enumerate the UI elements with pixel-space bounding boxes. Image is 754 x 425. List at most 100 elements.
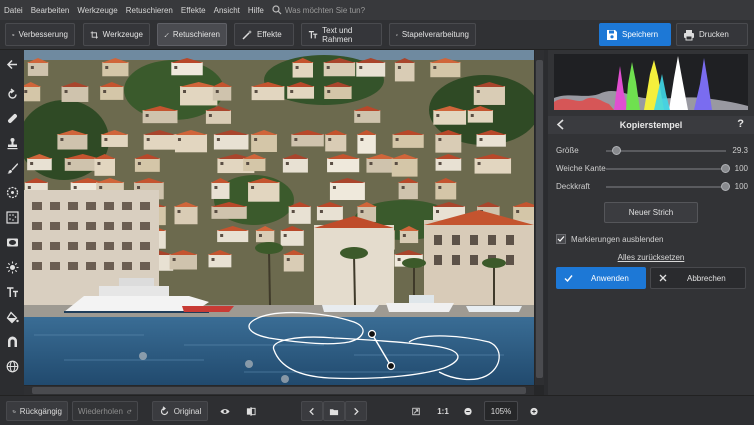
- photo-harbor-town[interactable]: [24, 50, 534, 385]
- horizontal-scrollbar[interactable]: [24, 386, 534, 395]
- reset-all-link[interactable]: Alles zurücksetzen: [548, 253, 754, 262]
- search-placeholder: Was möchten Sie tun?: [284, 5, 366, 15]
- zoom-in-button[interactable]: [524, 401, 544, 421]
- slider-size-value: 29.3: [732, 146, 748, 155]
- horizontal-scroll-thumb[interactable]: [32, 387, 526, 394]
- clone-stamp-tool[interactable]: [4, 135, 20, 151]
- paint-bucket-icon: [6, 310, 19, 323]
- next-image-button[interactable]: [345, 401, 367, 421]
- slider-opacity[interactable]: Deckkraft 100: [556, 180, 748, 194]
- menu-datei[interactable]: Datei: [0, 6, 27, 15]
- vertical-scrollbar[interactable]: [535, 50, 544, 385]
- slider-opacity-knob[interactable]: [721, 182, 730, 191]
- redo-button[interactable]: Wiederholen: [72, 401, 138, 421]
- slider-soft-edge-track[interactable]: [606, 168, 726, 170]
- rotate-icon: [7, 87, 17, 99]
- menu-ansicht[interactable]: Ansicht: [210, 6, 244, 15]
- compare-button[interactable]: [240, 401, 262, 421]
- bottom-bar: Rückgängig Wiederholen Original 1:1 105%: [0, 395, 754, 425]
- preview-eye-button[interactable]: [214, 401, 236, 421]
- help-icon[interactable]: ?: [737, 118, 744, 130]
- tab-text-rahmen[interactable]: Text und Rahmen: [301, 23, 382, 46]
- menu-bar: Datei Bearbeiten Werkzeuge Retuschieren …: [0, 0, 754, 20]
- brush-tool[interactable]: [4, 160, 20, 176]
- hide-markings-row[interactable]: Markierungen ausblenden: [556, 234, 664, 244]
- liquify-tool[interactable]: [4, 333, 20, 349]
- crop-icon: [90, 30, 98, 39]
- slider-size[interactable]: Größe 29.3: [556, 144, 748, 158]
- zoom-out-button[interactable]: [458, 401, 478, 421]
- left-tool-strip: [0, 50, 24, 395]
- open-folder-button[interactable]: [323, 401, 345, 421]
- undo-button[interactable]: Rückgängig: [6, 401, 68, 421]
- grain-tool[interactable]: [4, 209, 20, 225]
- tab-stapelverarbeitung-label: Stapelverarbeitung: [401, 30, 469, 39]
- menu-hilfe[interactable]: Hilfe: [244, 6, 268, 15]
- zoom-level-field[interactable]: 105%: [484, 401, 518, 421]
- sliders-icon: [12, 33, 15, 36]
- actual-size-button[interactable]: 1:1: [432, 401, 454, 421]
- previous-image-button[interactable]: [301, 401, 323, 421]
- menu-effekte[interactable]: Effekte: [177, 6, 210, 15]
- back-arrow-tool[interactable]: [4, 56, 20, 72]
- slider-size-label: Größe: [556, 146, 579, 155]
- tab-werkzeuge[interactable]: Werkzeuge: [83, 23, 150, 46]
- slider-opacity-track[interactable]: [606, 186, 726, 188]
- rotate-back-icon: [160, 405, 168, 415]
- close-icon: [659, 274, 667, 282]
- tab-werkzeuge-label: Werkzeuge: [102, 30, 143, 39]
- search-box[interactable]: Was möchten Sie tun?: [272, 5, 365, 15]
- slider-opacity-value: 100: [734, 182, 748, 191]
- histogram-graph: [554, 56, 748, 110]
- light-tool[interactable]: [4, 259, 20, 275]
- new-stroke-button[interactable]: Neuer Strich: [604, 202, 698, 223]
- tab-effekte[interactable]: Effekte: [234, 23, 294, 46]
- stamp-icon: [7, 137, 17, 149]
- menu-bearbeiten[interactable]: Bearbeiten: [27, 6, 74, 15]
- menu-werkzeuge[interactable]: Werkzeuge: [73, 6, 121, 15]
- save-button-label: Speichern: [622, 30, 659, 39]
- hide-markings-checkbox[interactable]: [556, 234, 566, 244]
- batch-images-icon: [396, 33, 398, 36]
- paintbrush-icon: [7, 162, 18, 174]
- rotate-tool[interactable]: [4, 86, 20, 102]
- canvas-area[interactable]: [24, 50, 544, 395]
- vignette-tool[interactable]: [4, 234, 20, 250]
- tab-stapelverarbeitung[interactable]: Stapelverarbeitung: [389, 23, 476, 46]
- save-button[interactable]: Speichern: [599, 23, 671, 46]
- minus-circle-icon: [464, 407, 472, 415]
- print-button[interactable]: Drucken: [676, 23, 748, 46]
- tab-retuschieren[interactable]: Retuschieren: [157, 23, 227, 46]
- grid-noise-icon: [5, 210, 19, 224]
- cancel-button[interactable]: Abbrechen: [650, 267, 746, 289]
- checkmark-icon: [557, 236, 565, 242]
- apply-button[interactable]: Anwenden: [556, 267, 646, 289]
- floppy-disk-icon: [607, 29, 617, 40]
- slider-size-knob[interactable]: [612, 146, 621, 155]
- search-icon: [272, 5, 282, 15]
- globe-icon: [6, 360, 18, 372]
- slider-soft-edge[interactable]: Weiche Kante 100: [556, 162, 748, 176]
- sun-icon: [6, 261, 18, 273]
- tab-verbesserung-label: Verbesserung: [18, 30, 68, 39]
- slider-soft-edge-knob[interactable]: [721, 164, 730, 173]
- fill-tool[interactable]: [4, 309, 20, 325]
- slider-size-track[interactable]: [606, 150, 726, 152]
- tab-verbesserung[interactable]: Verbesserung: [5, 23, 75, 46]
- tab-effekte-label: Effekte: [257, 30, 282, 39]
- fit-screen-icon: [412, 407, 420, 415]
- text-tool[interactable]: [4, 284, 20, 300]
- panel-title: Kopierstempel: [619, 120, 683, 130]
- text-tt-icon: [6, 286, 18, 297]
- globe-tool[interactable]: [4, 358, 20, 374]
- original-button[interactable]: Original: [152, 401, 208, 421]
- panel-header: Kopierstempel ?: [548, 116, 754, 134]
- fit-to-screen-button[interactable]: [406, 401, 426, 421]
- healing-tool[interactable]: [4, 110, 20, 126]
- cancel-button-label: Abbrechen: [687, 273, 726, 283]
- vertical-scroll-thumb[interactable]: [536, 60, 543, 378]
- menu-retuschieren[interactable]: Retuschieren: [122, 6, 177, 15]
- chevron-left-icon[interactable]: [556, 119, 566, 132]
- selection-tool[interactable]: [4, 184, 20, 200]
- arch-icon: [7, 336, 17, 347]
